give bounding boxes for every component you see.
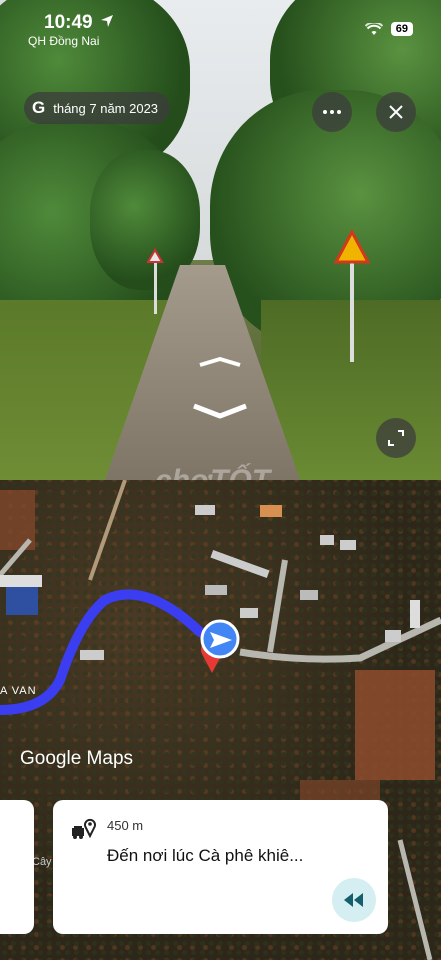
imagery-date-label: tháng 7 năm 2023 — [53, 100, 159, 116]
expand-view-button[interactable] — [376, 418, 416, 458]
battery-indicator: 69 — [390, 22, 413, 36]
map-building — [6, 585, 38, 615]
map-place-label: Cây — [32, 856, 52, 868]
previous-step-card[interactable] — [0, 800, 34, 934]
map-road — [0, 538, 32, 577]
map-building — [320, 535, 334, 545]
map-building — [80, 650, 104, 660]
rewind-icon — [344, 893, 363, 907]
location-arrow-icon — [101, 15, 113, 27]
map-building — [410, 600, 420, 628]
map-building — [205, 585, 227, 595]
map-building — [300, 590, 318, 600]
status-bar: 10:49 QH Đồng Nai 69 — [0, 0, 441, 50]
satellite-map[interactable]: A VAN Google Maps Cây 450 m Đến nơi lúc … — [0, 480, 441, 960]
map-building — [385, 630, 401, 642]
map-road — [397, 839, 433, 960]
step-distance: 450 m — [107, 818, 144, 833]
street-view-panel[interactable]: 10:49 QH Đồng Nai 69 G tháng 7 năm 2023 — [0, 0, 441, 480]
map-road — [88, 480, 127, 581]
map-building — [195, 505, 215, 515]
destination-arrival-icon — [72, 818, 96, 839]
map-building — [0, 575, 42, 587]
expand-icon — [388, 430, 404, 446]
map-building — [240, 608, 258, 618]
map-building — [210, 549, 270, 579]
wifi-icon — [364, 22, 383, 35]
more-horizontal-icon — [323, 110, 341, 114]
map-road — [267, 559, 288, 653]
rewind-button[interactable] — [332, 878, 376, 922]
close-icon — [389, 105, 403, 119]
clock: 10:49 — [44, 12, 93, 33]
move-back-chevron-icon[interactable] — [192, 402, 248, 420]
google-maps-logo: Google Maps — [20, 748, 134, 769]
move-forward-chevron-icon[interactable] — [198, 355, 242, 369]
status-icons: 69 — [364, 22, 413, 36]
more-options-button[interactable] — [312, 92, 352, 132]
close-street-view-button[interactable] — [376, 92, 416, 132]
navigation-step-card[interactable]: 450 m Đến nơi lúc Cà phê khiê... — [53, 800, 388, 934]
step-destination: Đến nơi lúc Cà phê khiê... — [107, 846, 304, 865]
imagery-date-chip[interactable]: G tháng 7 năm 2023 — [24, 92, 171, 124]
google-g-icon: G — [32, 98, 46, 117]
carrier-label: QH Đồng Nai — [28, 34, 100, 48]
road-name-label: A VAN — [0, 685, 37, 697]
map-building — [340, 540, 356, 550]
map-building — [260, 505, 282, 517]
